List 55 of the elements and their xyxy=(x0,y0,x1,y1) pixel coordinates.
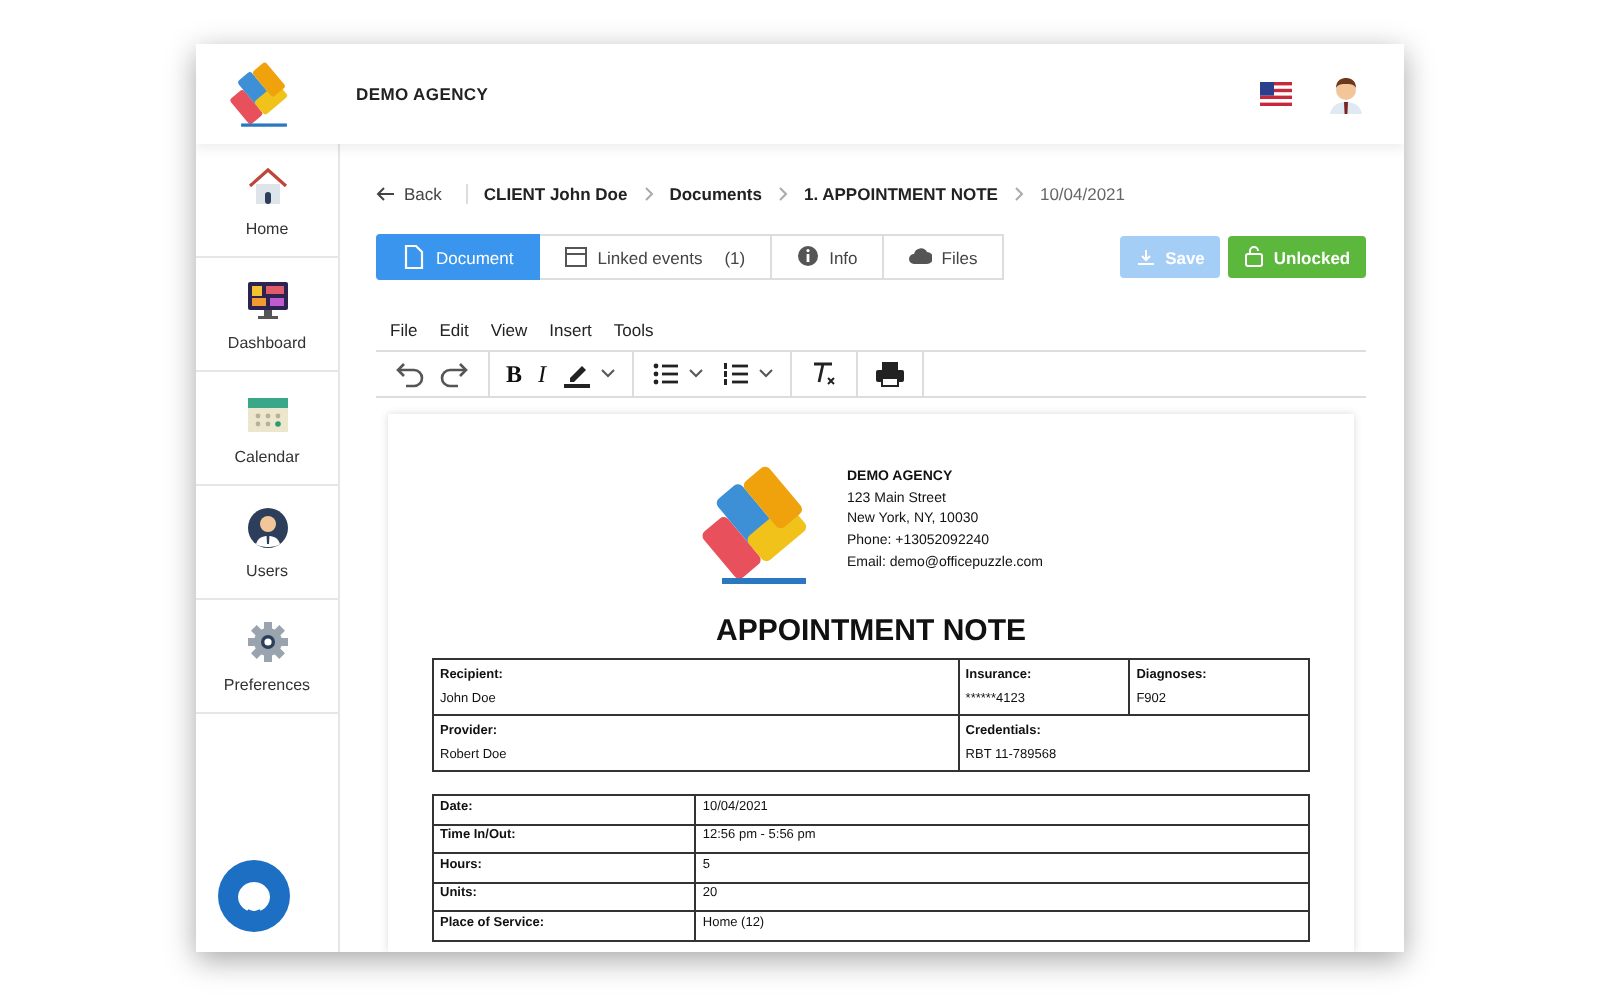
flag-icon[interactable] xyxy=(1260,82,1292,106)
monitor-icon xyxy=(245,277,289,321)
breadcrumb-link[interactable]: CLIENT John Doe xyxy=(483,184,628,204)
undo-icon xyxy=(392,358,424,390)
avatar-icon[interactable] xyxy=(1328,74,1364,114)
info-icon xyxy=(795,244,820,270)
left-arrow-icon xyxy=(376,186,396,202)
agency-name: DEMO AGENCY xyxy=(356,84,489,104)
sidebar-item[interactable]: Dashboard xyxy=(196,258,338,372)
clear-format-icon xyxy=(808,358,841,390)
caret-icon xyxy=(600,368,617,380)
document-icon xyxy=(402,244,426,270)
bulleted-list-dropdown[interactable] xyxy=(650,358,705,390)
bulleted-list-icon xyxy=(650,358,683,390)
tab[interactable]: Info xyxy=(771,234,884,280)
tab[interactable]: Files xyxy=(883,234,1004,280)
numbered-list-icon xyxy=(720,358,753,390)
printer-button[interactable] xyxy=(874,358,907,390)
gear-icon xyxy=(245,619,289,663)
house-icon xyxy=(245,163,289,207)
chat-button[interactable] xyxy=(218,860,290,932)
tab[interactable]: Linked events (1) xyxy=(539,234,772,280)
sidebar-item[interactable]: Calendar xyxy=(196,372,338,486)
caret-icon xyxy=(758,368,775,380)
calendar-icon xyxy=(563,244,588,270)
padlock-icon xyxy=(1243,246,1264,268)
user-icon xyxy=(245,505,289,549)
menu-item[interactable]: Insert xyxy=(549,320,592,340)
chevron-icon xyxy=(1013,186,1024,202)
italic-button[interactable]: I xyxy=(538,359,547,389)
menu-item[interactable]: File xyxy=(390,320,418,340)
sidebar-item[interactable]: Preferences xyxy=(196,600,338,714)
cloud-upload-icon xyxy=(907,244,932,270)
redo-button[interactable] xyxy=(440,358,472,390)
download-icon xyxy=(1135,248,1156,266)
printer-icon xyxy=(874,358,907,390)
bold-button[interactable]: B xyxy=(506,359,523,389)
menu-item[interactable]: Tools xyxy=(613,320,654,340)
clear-format-button[interactable] xyxy=(808,358,841,390)
sidebar-item[interactable]: Users xyxy=(196,486,338,600)
back-link[interactable]: Back xyxy=(376,184,468,204)
chevron-icon xyxy=(777,186,788,202)
sidebar-item[interactable]: Home xyxy=(196,144,338,258)
document-title: APPOINTMENT NOTE xyxy=(713,614,1028,648)
numbered-list-dropdown[interactable] xyxy=(720,358,775,390)
caret-icon xyxy=(688,368,705,380)
redo-icon xyxy=(440,358,472,390)
breadcrumb-date: 10/04/2021 xyxy=(1039,184,1126,204)
speech-bubble-icon xyxy=(236,879,272,913)
undo-button[interactable] xyxy=(392,358,424,390)
menu-item[interactable]: View xyxy=(490,320,528,340)
breadcrumb-link[interactable]: 1. APPOINTMENT NOTE xyxy=(803,184,998,204)
chevron-icon xyxy=(643,186,654,202)
breadcrumb-link[interactable]: Documents xyxy=(669,184,762,204)
menu-item[interactable]: Edit xyxy=(439,320,469,340)
